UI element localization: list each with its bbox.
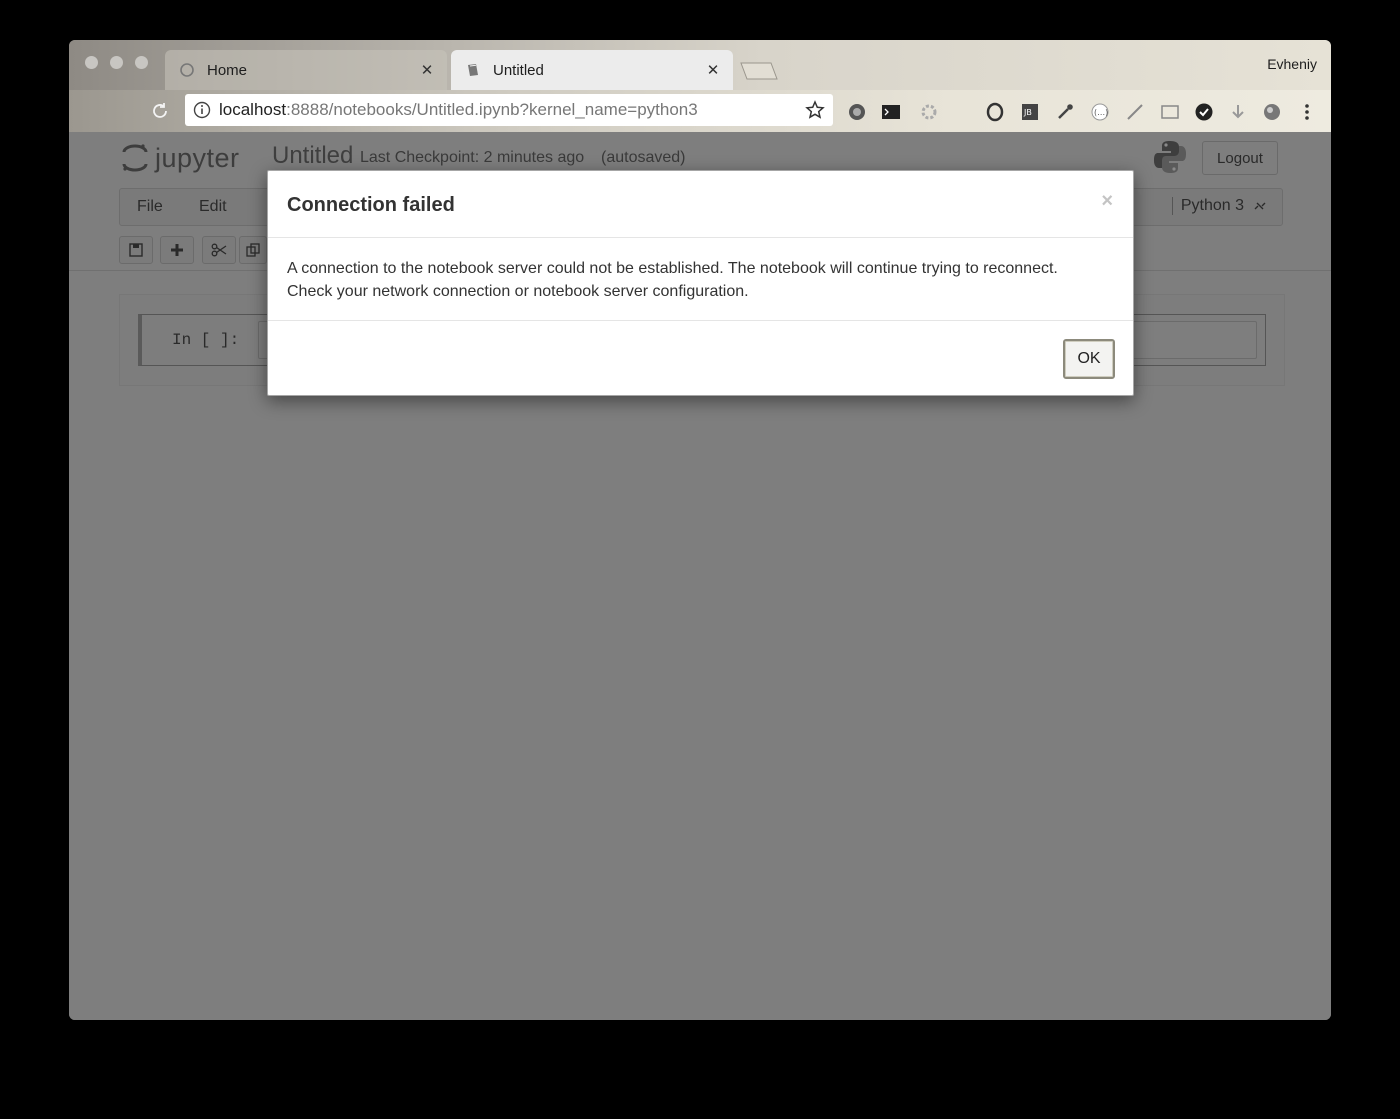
zoom-window-button[interactable]	[135, 56, 148, 69]
menu-file[interactable]: File	[137, 198, 163, 216]
dialog-body: A connection to the notebook server coul…	[287, 257, 1117, 303]
save-button[interactable]	[119, 236, 153, 264]
connection-failed-dialog: Connection failed × A connection to the …	[267, 170, 1134, 396]
tab-title: Home	[207, 61, 248, 79]
menu-edit[interactable]: Edit	[199, 198, 227, 216]
bookmark-star-icon[interactable]	[805, 100, 825, 120]
browser-toolbar: localhost:8888/notebooks/Untitled.ipynb?…	[69, 90, 1331, 132]
dialog-message-line: A connection to the notebook server coul…	[287, 260, 1058, 277]
svg-text:(…): (…)	[1094, 108, 1108, 117]
plus-icon	[171, 244, 183, 256]
save-icon	[129, 243, 143, 257]
url-host: localhost	[219, 100, 287, 119]
kernel-name: Python 3	[1180, 197, 1244, 214]
kernel-disconnected-icon	[1254, 202, 1266, 210]
gear-icon[interactable]	[918, 101, 940, 123]
notebook-favicon-icon	[465, 62, 481, 78]
checkpoint-status: Last Checkpoint: 2 minutes ago	[360, 149, 585, 166]
info-icon[interactable]	[193, 101, 211, 119]
terminal-icon[interactable]	[880, 101, 902, 123]
check-icon[interactable]	[1193, 101, 1215, 123]
ok-button[interactable]: OK	[1063, 339, 1115, 379]
reload-icon[interactable]	[149, 100, 171, 122]
tab-home[interactable]: Home ✕	[165, 50, 447, 90]
cut-button[interactable]	[202, 236, 236, 264]
jupyter-logo[interactable]: jupyter	[121, 142, 240, 174]
url-path: :8888/notebooks/Untitled.ipynb?kernel_na…	[286, 100, 698, 119]
ruler-icon[interactable]	[1124, 101, 1146, 123]
jupyter-logo-icon	[122, 144, 148, 172]
scissors-icon	[211, 243, 227, 257]
dialog-header: Connection failed ×	[268, 171, 1133, 238]
tab-title: Untitled	[493, 61, 544, 79]
notebook-name[interactable]: Untitled	[272, 142, 353, 170]
jupyter-favicon-icon	[179, 62, 195, 78]
close-tab-icon[interactable]: ✕	[703, 60, 723, 80]
browser-window: Home ✕ Untitled ✕ Evheniy localhost:8888…	[69, 40, 1331, 1020]
download-icon[interactable]	[1227, 101, 1249, 123]
url-text[interactable]: localhost:8888/notebooks/Untitled.ipynb?…	[219, 100, 805, 120]
eyedropper-icon[interactable]	[1054, 101, 1076, 123]
kernel-indicator[interactable]: Python 3	[1171, 197, 1268, 215]
new-tab-button[interactable]	[737, 60, 779, 82]
jupyter-logo-text: jupyter	[155, 142, 240, 173]
autosave-status: (autosaved)	[601, 149, 686, 166]
dots-icon[interactable]: (…)	[1089, 101, 1111, 123]
close-tab-icon[interactable]: ✕	[417, 60, 437, 80]
copy-button[interactable]	[239, 236, 267, 264]
menu-icon[interactable]	[1296, 101, 1318, 123]
close-window-button[interactable]	[85, 56, 98, 69]
tab-untitled[interactable]: Untitled ✕	[451, 50, 733, 90]
screen-icon[interactable]	[1159, 101, 1181, 123]
dialog-message-line: Check your network connection or noteboo…	[287, 283, 749, 300]
cell-prompt: In [ ]:	[172, 331, 240, 349]
dialog-footer: OK	[268, 320, 1133, 397]
profile-name[interactable]: Evheniy	[1267, 56, 1317, 72]
jetbrains-icon[interactable]: JB	[1019, 101, 1041, 123]
minimize-window-button[interactable]	[110, 56, 123, 69]
close-icon[interactable]: ×	[1101, 191, 1113, 211]
insert-cell-button[interactable]	[160, 236, 194, 264]
ghostery-icon[interactable]	[846, 101, 868, 123]
copy-icon	[246, 243, 260, 257]
dialog-title: Connection failed	[287, 194, 455, 216]
python-logo-icon	[1151, 138, 1189, 176]
opera-icon[interactable]	[984, 101, 1006, 123]
logout-button[interactable]: Logout	[1202, 141, 1278, 175]
globe-icon[interactable]	[1261, 101, 1283, 123]
svg-text:JB: JB	[1023, 108, 1032, 117]
tab-strip: Home ✕ Untitled ✕ Evheniy	[69, 40, 1331, 90]
address-bar[interactable]: localhost:8888/notebooks/Untitled.ipynb?…	[185, 94, 833, 126]
